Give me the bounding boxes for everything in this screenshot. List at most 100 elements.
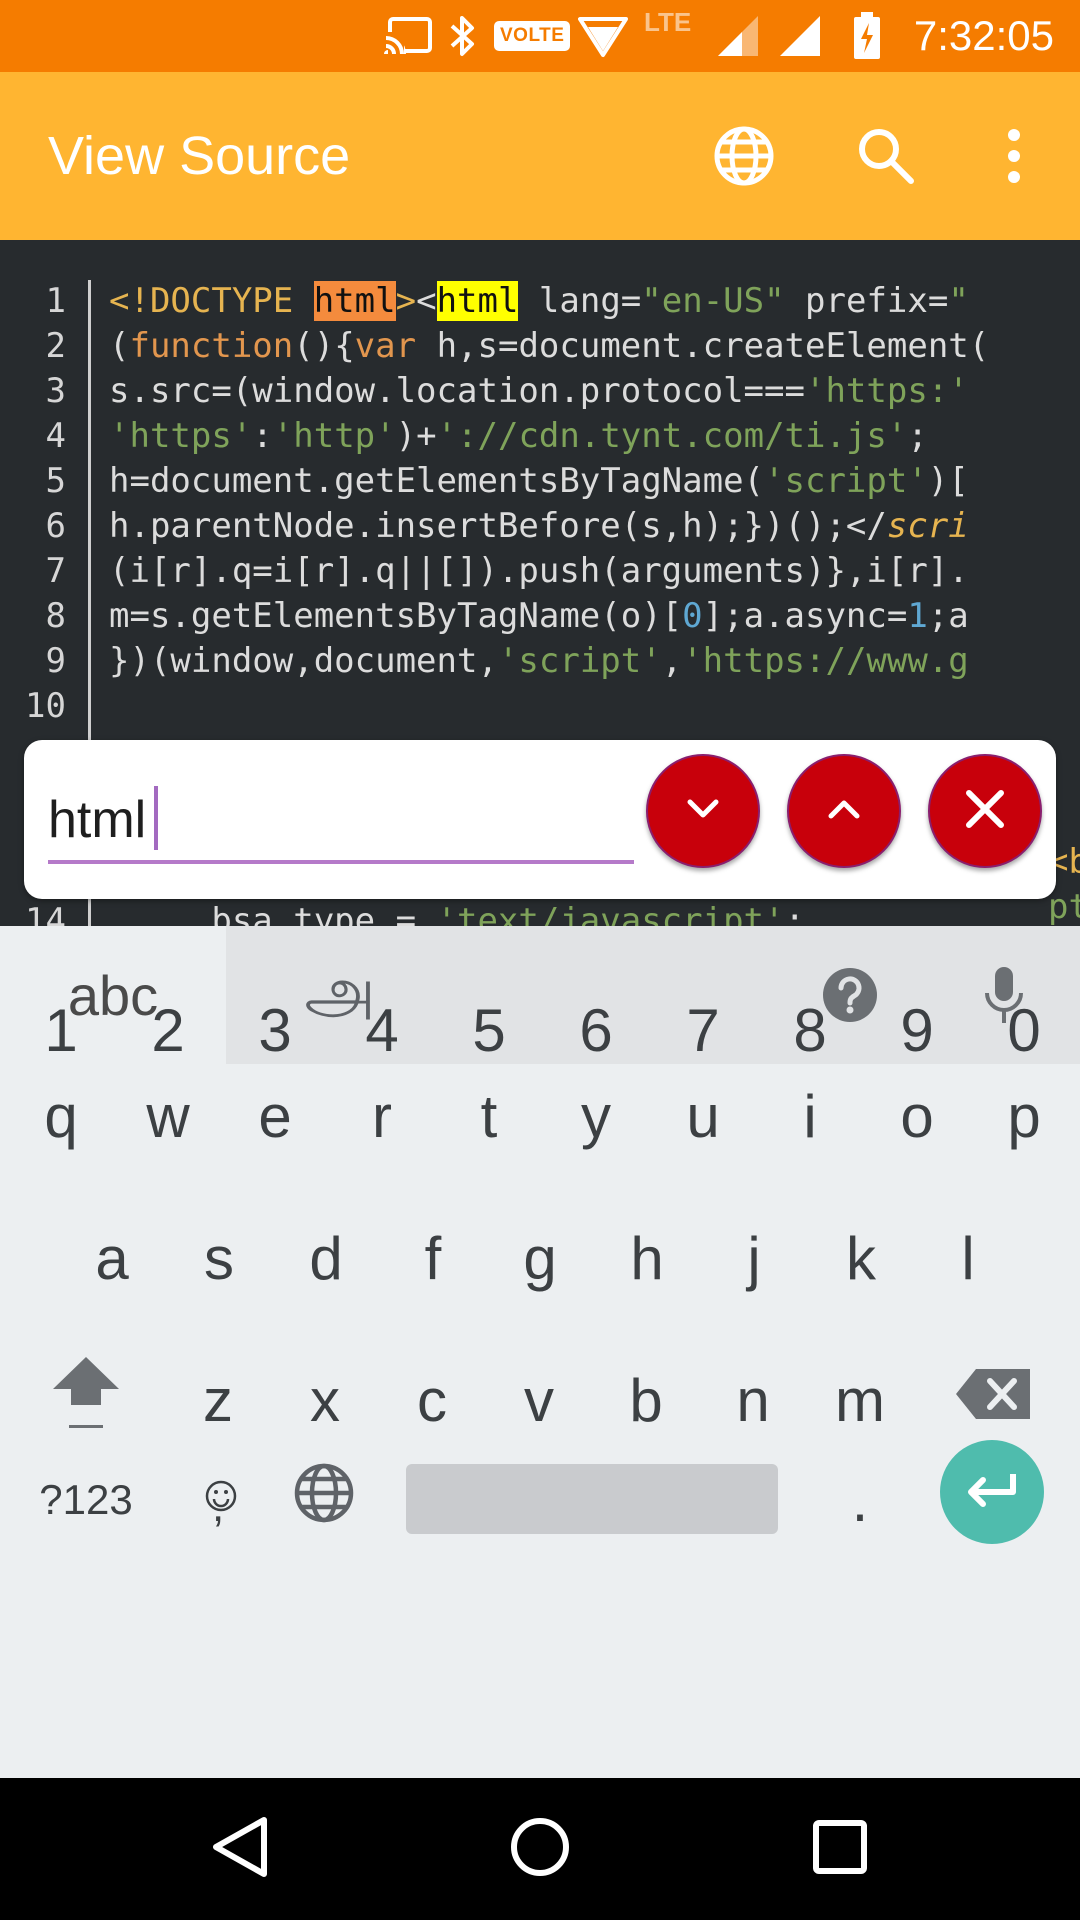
- line-number: 2: [45, 326, 66, 366]
- code-token: h,s=document.createElement(: [416, 326, 990, 366]
- line-number: 7: [45, 551, 66, 591]
- code-text: <!DOCTYPE html><html lang="en-US" prefix…: [109, 279, 969, 324]
- clock: 7:32:05: [913, 12, 1054, 59]
- previous-match-button[interactable]: [787, 754, 901, 868]
- more-vert-icon[interactable]: [974, 116, 1054, 196]
- recents-button[interactable]: [790, 1799, 890, 1899]
- shift-arrow-icon: [49, 1353, 123, 1447]
- key-d[interactable]: d: [276, 1208, 376, 1308]
- language-key[interactable]: [274, 1450, 374, 1550]
- code-line: 8 m=s.getElementsByTagName(o)[0];a.async=…: [0, 594, 1080, 639]
- key-i[interactable]: i: [760, 1066, 860, 1166]
- space-key[interactable]: [406, 1464, 778, 1534]
- key-c[interactable]: c: [382, 1350, 482, 1450]
- key-q[interactable]: q: [11, 1066, 111, 1166]
- search-match-highlight: html: [313, 281, 396, 321]
- key-9[interactable]: 9: [867, 980, 967, 1080]
- code-token: :: [252, 416, 273, 456]
- code-token: ,: [661, 641, 683, 681]
- key-v[interactable]: v: [489, 1350, 589, 1450]
- back-icon: [210, 1816, 270, 1883]
- line-number: 1: [45, 281, 66, 321]
- code-token: <!DOCTYPE: [109, 281, 314, 321]
- code-token: bsa.type =: [109, 901, 437, 926]
- key-5[interactable]: 5: [439, 980, 539, 1080]
- key-k[interactable]: k: [811, 1208, 911, 1308]
- lte-label: LTE: [644, 6, 692, 37]
- key-w[interactable]: w: [118, 1066, 218, 1166]
- key-t[interactable]: t: [439, 1066, 539, 1166]
- key-7[interactable]: 7: [653, 980, 753, 1080]
- key-x[interactable]: x: [275, 1350, 375, 1450]
- key-o[interactable]: o: [867, 1066, 967, 1166]
- key-e[interactable]: e: [225, 1066, 325, 1166]
- code-text: 'https':'http')+'://cdn.tynt.com/ti.js';: [109, 414, 928, 459]
- emoji-comma-key[interactable]: ,: [170, 1440, 270, 1540]
- soft-keyboard: abc அ 1234567890qwertyuiopasdfghjklzxcvb…: [0, 926, 1080, 1778]
- globe-icon[interactable]: [704, 116, 784, 196]
- search-icon[interactable]: [846, 116, 926, 196]
- key-3[interactable]: 3: [225, 980, 325, 1080]
- backspace-key[interactable]: [944, 1350, 1044, 1450]
- chevron-down-icon: [681, 787, 725, 836]
- key-r[interactable]: r: [332, 1066, 432, 1166]
- line-number: 5: [45, 461, 66, 501]
- code-token: <: [416, 281, 437, 321]
- find-input[interactable]: [48, 780, 634, 864]
- key-n[interactable]: n: [703, 1350, 803, 1450]
- code-token: m=s.getElementsByTagName(o)[: [109, 596, 683, 636]
- next-match-button[interactable]: [646, 754, 760, 868]
- cast-icon: [384, 0, 434, 72]
- code-token: h=document.getElementsByTagName(: [109, 461, 765, 501]
- key-0[interactable]: 0: [974, 980, 1074, 1080]
- key-6[interactable]: 6: [546, 980, 646, 1080]
- key-8[interactable]: 8: [760, 980, 860, 1080]
- page-title: View Source: [48, 126, 351, 186]
- key-4[interactable]: 4: [332, 980, 432, 1080]
- code-token: 'script': [764, 461, 928, 501]
- chevron-up-icon: [822, 787, 866, 836]
- key-g[interactable]: g: [490, 1208, 590, 1308]
- key-a[interactable]: a: [62, 1208, 162, 1308]
- code-token: })(window,document,: [109, 641, 498, 681]
- code-line: 3 s.src=(window.location.protocol==='http…: [0, 369, 1080, 414]
- volte-badge: VOLTE: [494, 0, 571, 72]
- code-line: 10: [0, 684, 1080, 729]
- key-1[interactable]: 1: [11, 980, 111, 1080]
- code-token: ;a: [927, 596, 969, 636]
- code-token: )[: [927, 461, 969, 501]
- key-f[interactable]: f: [383, 1208, 483, 1308]
- key-h[interactable]: h: [597, 1208, 697, 1308]
- symbols-key[interactable]: ?123: [36, 1450, 136, 1550]
- key-s[interactable]: s: [169, 1208, 269, 1308]
- code-token: (i[r].q=i[r].q||[]).push(arguments)},i[r…: [109, 551, 969, 591]
- code-text: h=document.getElementsByTagName('script'…: [109, 459, 969, 504]
- key-y[interactable]: y: [546, 1066, 646, 1166]
- signal-icon: [778, 0, 822, 72]
- emoji-comma-glyph: ,: [190, 1440, 250, 1540]
- code-line: 7 (i[r].q=i[r].q||[]).push(arguments)},i[…: [0, 549, 1080, 594]
- key-u[interactable]: u: [653, 1066, 753, 1166]
- back-button[interactable]: [190, 1799, 290, 1899]
- key-p[interactable]: p: [974, 1066, 1074, 1166]
- code-text: bsa.type = 'text/javascript';: [109, 899, 805, 926]
- home-button[interactable]: [490, 1799, 590, 1899]
- key-2[interactable]: 2: [118, 980, 218, 1080]
- close-icon: [961, 785, 1009, 838]
- enter-key[interactable]: [940, 1440, 1044, 1544]
- code-token: 'https://www.g: [682, 641, 969, 681]
- backspace-icon: [954, 1366, 1034, 1435]
- key-z[interactable]: z: [168, 1350, 268, 1450]
- period-key[interactable]: .: [810, 1450, 910, 1550]
- close-find-button[interactable]: [928, 754, 1042, 868]
- code-token: (: [109, 326, 130, 366]
- key-b[interactable]: b: [596, 1350, 696, 1450]
- code-token: var: [354, 326, 417, 366]
- shift-key[interactable]: [36, 1350, 136, 1450]
- key-j[interactable]: j: [704, 1208, 804, 1308]
- code-line: 14 bsa.type = 'text/javascript';: [0, 899, 1080, 926]
- code-text: m=s.getElementsByTagName(o)[0];a.async=1…: [109, 594, 969, 639]
- code-token: 'https': [109, 416, 253, 456]
- key-l[interactable]: l: [918, 1208, 1018, 1308]
- key-m[interactable]: m: [810, 1350, 910, 1450]
